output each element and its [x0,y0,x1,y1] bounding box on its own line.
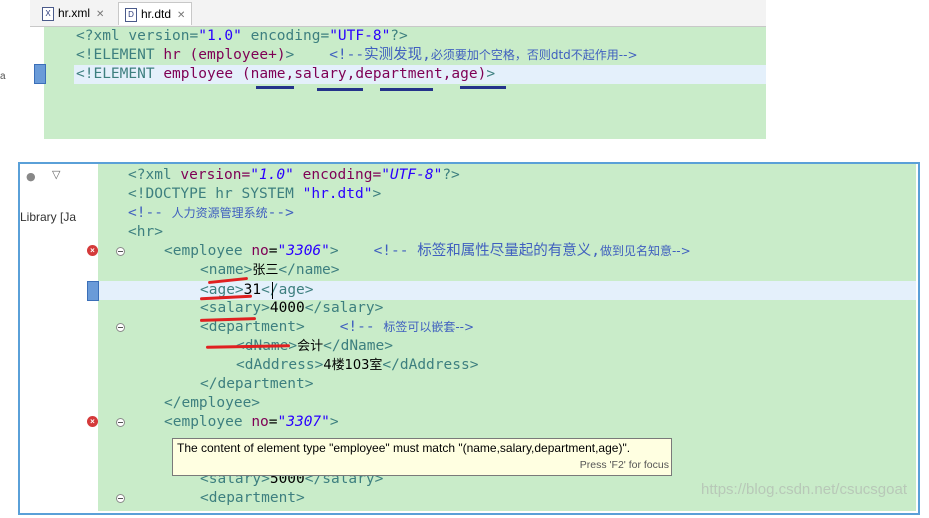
tab-label: hr.xml [58,6,91,20]
close-icon[interactable]: ✕ [96,9,104,20]
fold-toggle-icon[interactable] [116,418,125,427]
side-panel-label: a [0,71,6,82]
code-line: <!ELEMENT employee (name,salary,departme… [76,66,496,82]
annotation-underline [380,88,433,91]
fold-toggle-icon[interactable] [116,247,125,256]
code-line: <salary>4000</salary> [200,300,384,316]
tab-hr-dtd[interactable]: Dhr.dtd ✕ [118,2,193,25]
tooltip-hint: Press 'F2' for focus [579,459,669,471]
code-line: <employee no="3306"> <!-- 标签和属性尽量起的有意义,做… [164,243,691,259]
code-line: <?xml version="1.0" encoding="UTF-8"?> [128,167,460,183]
code-line: <employee no="3307"> [164,414,339,430]
annotation-underline [256,86,294,89]
collapse-icon[interactable]: ● [26,170,36,183]
code-line: <department> [200,490,305,506]
code-line: <hr> [128,224,163,240]
tab-label: hr.dtd [141,7,172,21]
code-line: <?xml version="1.0" encoding="UTF-8"?> [76,28,408,44]
editor-tab-bar: Xhr.xml ✕ Dhr.dtd ✕ [30,0,766,27]
code-line: <dAddress>4楼103室</dAddress> [236,357,479,373]
occurrence-marker [87,281,99,301]
annotation-underline [460,86,506,89]
annotation-ruler [46,27,64,139]
error-tooltip[interactable]: The content of element type "employee" m… [172,438,672,476]
code-line: <name>张三</name> [200,262,340,278]
tooltip-message: The content of element type "employee" m… [177,441,631,455]
annotation-underline [317,88,363,91]
watermark: https://blog.csdn.net/csucsgoat [701,481,907,498]
text-cursor [272,282,273,299]
code-line: <!ELEMENT hr (employee+)> <!--实测发现,必须要加个… [76,47,638,63]
code-line: <!DOCTYPE hr SYSTEM "hr.dtd"> [128,186,382,202]
code-line: <!-- 人力资源管理系统--> [128,205,294,221]
chevron-down-icon[interactable]: ▽ [52,168,60,181]
dtd-file-icon: D [125,7,137,22]
code-line: <department> <!-- 标签可以嵌套--> [200,319,475,335]
close-icon[interactable]: ✕ [177,10,185,21]
error-icon[interactable]: × [87,245,98,256]
occurrence-marker [34,64,46,84]
xml-file-icon: X [42,6,54,21]
code-line: </department> [200,376,314,392]
library-label: Library [Ja [20,210,77,224]
error-icon[interactable]: × [87,416,98,427]
annotation-ruler [98,164,128,511]
tab-hr-xml[interactable]: Xhr.xml ✕ [36,2,110,24]
fold-toggle-icon[interactable] [116,494,125,503]
code-line: </employee> [164,395,261,411]
fold-toggle-icon[interactable] [116,323,125,332]
